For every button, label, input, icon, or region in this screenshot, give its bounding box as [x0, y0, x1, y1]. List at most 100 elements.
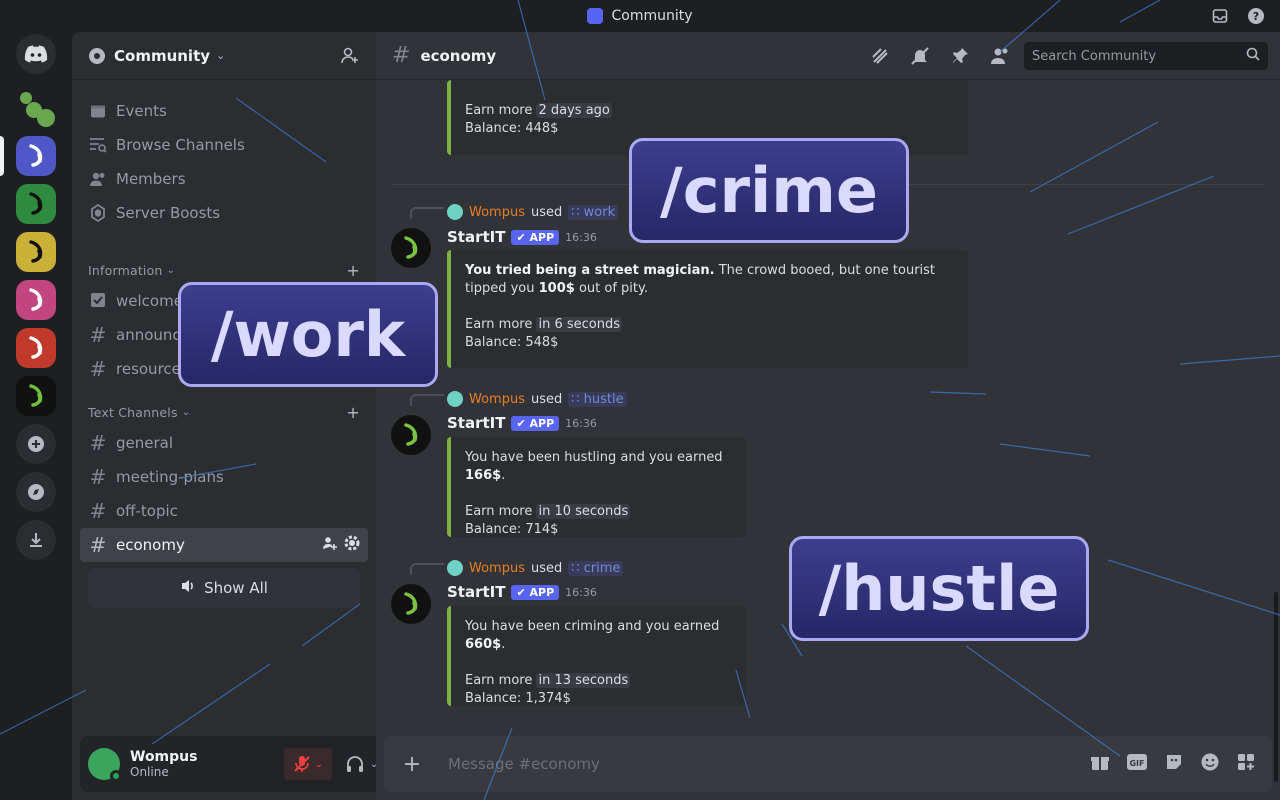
earn-more-time: in 13 seconds — [536, 673, 631, 688]
author-name[interactable]: StartIT — [447, 414, 505, 432]
upload-plus-icon[interactable]: + — [400, 752, 424, 777]
message-input[interactable]: Message #economy — [448, 755, 600, 773]
help-icon[interactable]: ? — [1246, 6, 1266, 26]
add-channel-icon[interactable]: + — [346, 261, 360, 280]
reply-username[interactable]: Wompus — [469, 205, 525, 220]
startit-logo-icon — [29, 288, 43, 311]
mic-muted-icon — [294, 756, 310, 772]
reply-spine — [410, 207, 444, 219]
apps-icon[interactable] — [1236, 752, 1256, 776]
reply-username[interactable]: Wompus — [469, 561, 525, 576]
reply-username[interactable]: Wompus — [469, 392, 525, 407]
create-invite-icon[interactable] — [322, 535, 338, 555]
notifications-muted-icon[interactable] — [910, 46, 930, 70]
search-input[interactable]: Search Community — [1024, 42, 1268, 70]
nav-members[interactable]: Members — [80, 162, 368, 196]
user-status: Online — [130, 765, 169, 779]
hash-icon: # — [89, 431, 107, 455]
threads-icon[interactable] — [870, 46, 890, 70]
server-green-blobs[interactable] — [16, 88, 56, 128]
category-text-header[interactable]: Text Channels ⌄ + — [80, 398, 368, 426]
slash-command[interactable]: ∷ hustle — [568, 391, 627, 407]
nav-server-boosts-label: Server Boosts — [116, 204, 221, 222]
add-server-button[interactable] — [16, 424, 56, 464]
category-text-channels: Text Channels ⌄ + # general # meeting-pl… — [80, 398, 368, 608]
guild-name: Community — [114, 46, 211, 65]
discover-button[interactable] — [16, 472, 56, 512]
server-startit-red[interactable] — [16, 328, 56, 368]
channel-general[interactable]: # general — [80, 426, 368, 460]
startit-logo-icon — [29, 144, 43, 167]
channel-off-topic-label: off-topic — [116, 502, 178, 520]
inbox-icon[interactable] — [1210, 6, 1230, 26]
add-channel-icon[interactable]: + — [346, 403, 360, 422]
reply-reference[interactable]: Wompus used ∷ hustle — [447, 391, 627, 407]
author-name[interactable]: StartIT — [447, 228, 505, 246]
nav-browse-channels[interactable]: Browse Channels — [80, 128, 368, 162]
balance-text: Balance: 548$ — [465, 335, 559, 350]
discord-logo-icon — [24, 45, 48, 63]
server-startit-dark[interactable] — [16, 376, 56, 416]
bot-avatar[interactable] — [391, 228, 431, 268]
boost-icon — [88, 204, 108, 222]
nav-browse-channels-label: Browse Channels — [116, 136, 245, 154]
invite-people-icon[interactable] — [340, 46, 360, 70]
channel-title: economy — [420, 46, 497, 65]
server-startit-blue[interactable] — [16, 136, 56, 176]
reply-spine — [410, 563, 444, 575]
channel-off-topic[interactable]: # off-topic — [80, 494, 368, 528]
reply-spine — [410, 394, 444, 406]
author-name[interactable]: StartIT — [447, 583, 505, 601]
earn-more-label: Earn more — [465, 504, 533, 519]
startit-logo-icon — [29, 240, 43, 263]
bot-avatar[interactable] — [391, 584, 431, 624]
app-command-icon: ∷ — [571, 391, 584, 407]
server-startit-green[interactable] — [16, 184, 56, 224]
avatar[interactable] — [88, 748, 122, 782]
hash-icon: # — [392, 43, 411, 68]
channel-general-label: general — [116, 434, 174, 452]
gif-icon[interactable]: GIF — [1126, 752, 1148, 776]
svg-text:?: ? — [1253, 10, 1259, 23]
startit-logo-icon — [29, 192, 43, 215]
channel-meeting-plans[interactable]: # meeting-plans — [80, 460, 368, 494]
server-startit-yellow[interactable] — [16, 232, 56, 272]
guild-settings-badge-icon — [89, 47, 105, 64]
server-startit-pink[interactable] — [16, 280, 56, 320]
earn-more-label: Earn more — [465, 103, 533, 118]
app-badge-label: APP — [529, 585, 555, 599]
startit-logo-icon — [404, 236, 418, 259]
embed-description: You have been hustling and you earned 16… — [465, 449, 732, 485]
category-information-label: Information — [88, 262, 163, 278]
category-information-header[interactable]: Information ⌄ + — [80, 256, 368, 284]
bot-avatar[interactable] — [391, 415, 431, 455]
download-button[interactable] — [16, 520, 56, 560]
reply-used-label: used — [530, 560, 563, 576]
nav-members-label: Members — [116, 170, 186, 188]
sticker-icon[interactable] — [1164, 752, 1184, 776]
embed-amount: 660$ — [465, 637, 502, 652]
reply-reference[interactable]: Wompus used ∷ work — [447, 204, 619, 220]
message-composer[interactable]: + Message #economy GIF — [384, 736, 1272, 792]
channel-settings-icon[interactable] — [344, 535, 360, 555]
emoji-icon[interactable] — [1200, 752, 1220, 776]
member-list-icon[interactable] — [990, 46, 1010, 70]
scrollbar[interactable] — [1274, 592, 1278, 782]
home-button[interactable] — [16, 34, 56, 74]
active-server-pill — [0, 136, 4, 176]
nav-events[interactable]: Events — [80, 94, 368, 128]
avatar — [447, 204, 463, 220]
channel-welcome-label: welcome — [116, 292, 183, 310]
pin-icon[interactable] — [950, 46, 970, 70]
nav-server-boosts[interactable]: Server Boosts — [80, 196, 368, 230]
slash-command[interactable]: ∷ work — [568, 204, 619, 220]
slash-command[interactable]: ∷ crime — [568, 560, 624, 576]
gift-icon[interactable] — [1090, 752, 1110, 776]
guild-header[interactable]: Community ⌄ — [72, 32, 376, 80]
channel-economy[interactable]: # economy — [80, 528, 368, 562]
mute-button[interactable]: ⌄ — [284, 748, 332, 780]
earn-more-label: Earn more — [465, 673, 533, 688]
show-all-button[interactable]: Show All — [88, 568, 360, 608]
earn-more-label: Earn more — [465, 317, 533, 332]
reply-reference[interactable]: Wompus used ∷ crime — [447, 560, 624, 576]
